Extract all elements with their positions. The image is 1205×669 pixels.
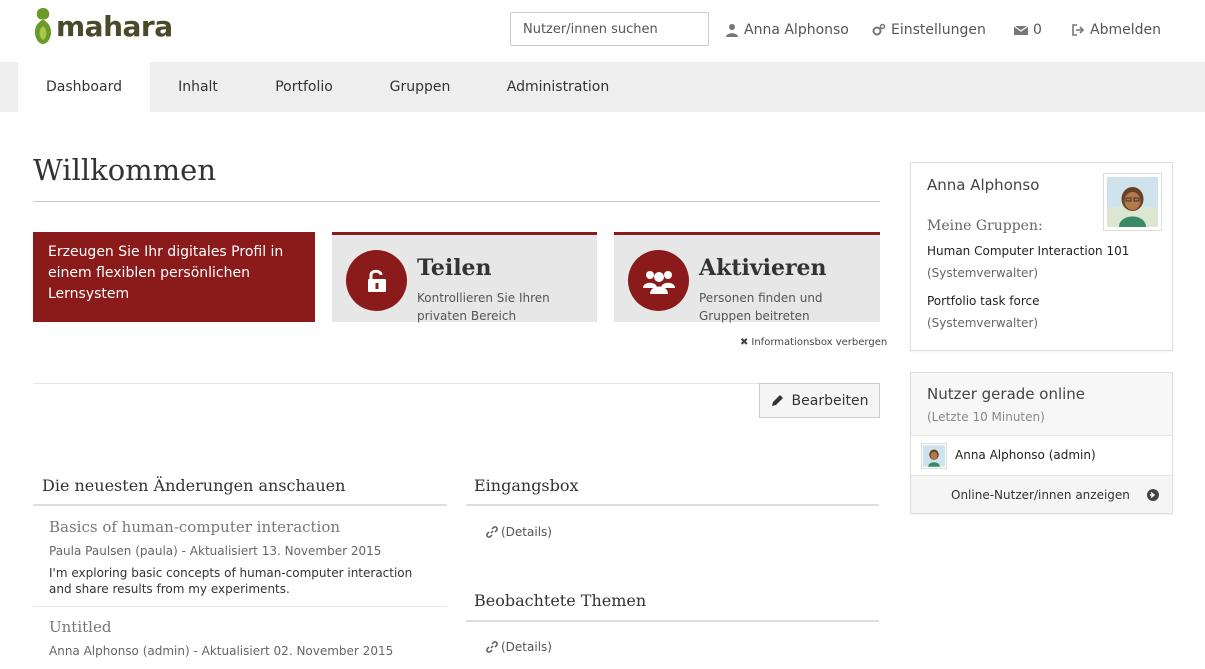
user-menu-link[interactable]: Anna Alphonso [725,22,849,38]
share-heading: Teilen [417,255,492,281]
online-users-box: Nutzer gerade online (Letzte 10 Minuten)… [910,372,1173,514]
watched-topics-title: Beobachtete Themen [474,591,647,610]
share-subtext: Kontrollieren Sie Ihren privaten Bereich [417,291,550,323]
hide-infobox-link[interactable]: ✖ Informationsbox verbergen [740,337,887,348]
section-divider [33,383,880,384]
engage-circle [628,250,689,311]
tab-dashboard[interactable]: Dashboard [18,62,150,112]
logo-mark-icon [35,8,51,44]
logout-label: Abmelden [1090,22,1161,38]
edit-label: Bearbeiten [791,392,869,409]
inbox-divider [466,504,879,506]
infobox-create[interactable]: Erzeugen Sie Ihr digitales Profil in ein… [33,232,315,322]
logout-link[interactable]: Abmelden [1071,22,1161,38]
inbox-details-link[interactable]: (Details) [486,525,552,539]
settings-link[interactable]: Einstellungen [872,22,986,38]
share-circle [346,250,407,311]
hide-infobox-label: Informationsbox verbergen [751,337,888,348]
profile-sidebar-box: Anna Alphonso Meine Gruppen: Human Compu… [910,162,1173,351]
header: mahara Anna Alphonso Einstellungen 0 Abm… [0,0,1205,62]
online-users-subtitle: (Letzte 10 Minuten) [927,410,1045,424]
messages-count: 0 [1033,22,1042,38]
latest-item-description: I'm exploring basic concepts of human-co… [49,566,413,596]
tab-content[interactable]: Inhalt [150,62,246,112]
online-users-header [911,373,1172,436]
avatar[interactable] [921,443,947,469]
row-divider [33,606,447,607]
engage-heading: Aktivieren [699,255,827,281]
page-title: Willkommen [33,153,216,187]
watched-details-label: (Details) [501,640,552,654]
main-navigation: Dashboard Inhalt Portfolio Gruppen Admin… [0,62,1205,112]
online-user-picture [923,445,945,467]
link-icon [486,526,498,538]
tab-portfolio[interactable]: Portfolio [246,62,362,112]
latest-changes-title: Die neuesten Änderungen anschauen [42,476,346,495]
user-icon [726,24,738,37]
user-name: Anna Alphonso [744,22,849,38]
sign-out-icon [1072,24,1085,36]
group-role: (Systemverwalter) [927,266,1039,280]
online-users-title: Nutzer gerade online [927,385,1086,403]
tab-administration[interactable]: Administration [478,62,638,112]
mahara-logo[interactable]: mahara [32,6,173,46]
watched-details-link[interactable]: (Details) [486,640,552,654]
infobox-engage[interactable]: Aktivieren Personen finden und Gruppen b… [614,232,880,323]
profile-name[interactable]: Anna Alphonso [927,176,1039,194]
engage-subtext: Personen finden und Gruppen beitreten [699,291,823,323]
unlock-icon [367,269,386,292]
latest-item-meta: Paula Paulsen (paula) - Aktualisiert 13.… [49,544,382,558]
my-groups-label: Meine Gruppen: [927,218,1043,234]
search-input[interactable] [510,12,709,46]
settings-label: Einstellungen [891,22,986,38]
latest-item-meta: Anna Alphonso (admin) - Aktualisiert 02.… [49,644,394,658]
edit-dashboard-button[interactable]: Bearbeiten [759,383,880,418]
show-online-users-link[interactable]: Online-Nutzer/innen anzeigen [911,475,1172,513]
group-role: (Systemverwalter) [927,316,1039,330]
messages-link[interactable]: 0 [1014,22,1042,38]
logo-text: mahara [56,9,173,43]
profile-picture [1107,177,1158,227]
inbox-details-label: (Details) [501,525,552,539]
group-link[interactable]: Human Computer Interaction 101 [927,244,1129,258]
arrow-circle-right-icon [1147,489,1159,501]
pencil-icon [771,395,783,406]
show-online-users-label: Online-Nutzer/innen anzeigen [951,488,1130,502]
inbox-title: Eingangsbox [474,476,579,495]
title-divider [33,201,880,202]
online-user-link[interactable]: Anna Alphonso (admin) [955,448,1096,462]
link-icon [486,641,498,653]
close-icon: ✖ [740,337,749,348]
latest-item-title[interactable]: Basics of human-computer interaction [49,518,340,536]
tab-groups[interactable]: Gruppen [362,62,478,112]
group-link[interactable]: Portfolio task force [927,294,1039,308]
latest-item-title[interactable]: Untitled [49,618,111,636]
gears-icon [872,23,886,36]
avatar[interactable] [1103,173,1162,231]
infobox-share[interactable]: Teilen Kontrollieren Sie Ihren privaten … [332,232,597,323]
latest-changes-divider [33,504,447,506]
envelope-icon [1014,25,1028,35]
watched-topics-divider [466,620,879,622]
users-icon [642,270,675,294]
